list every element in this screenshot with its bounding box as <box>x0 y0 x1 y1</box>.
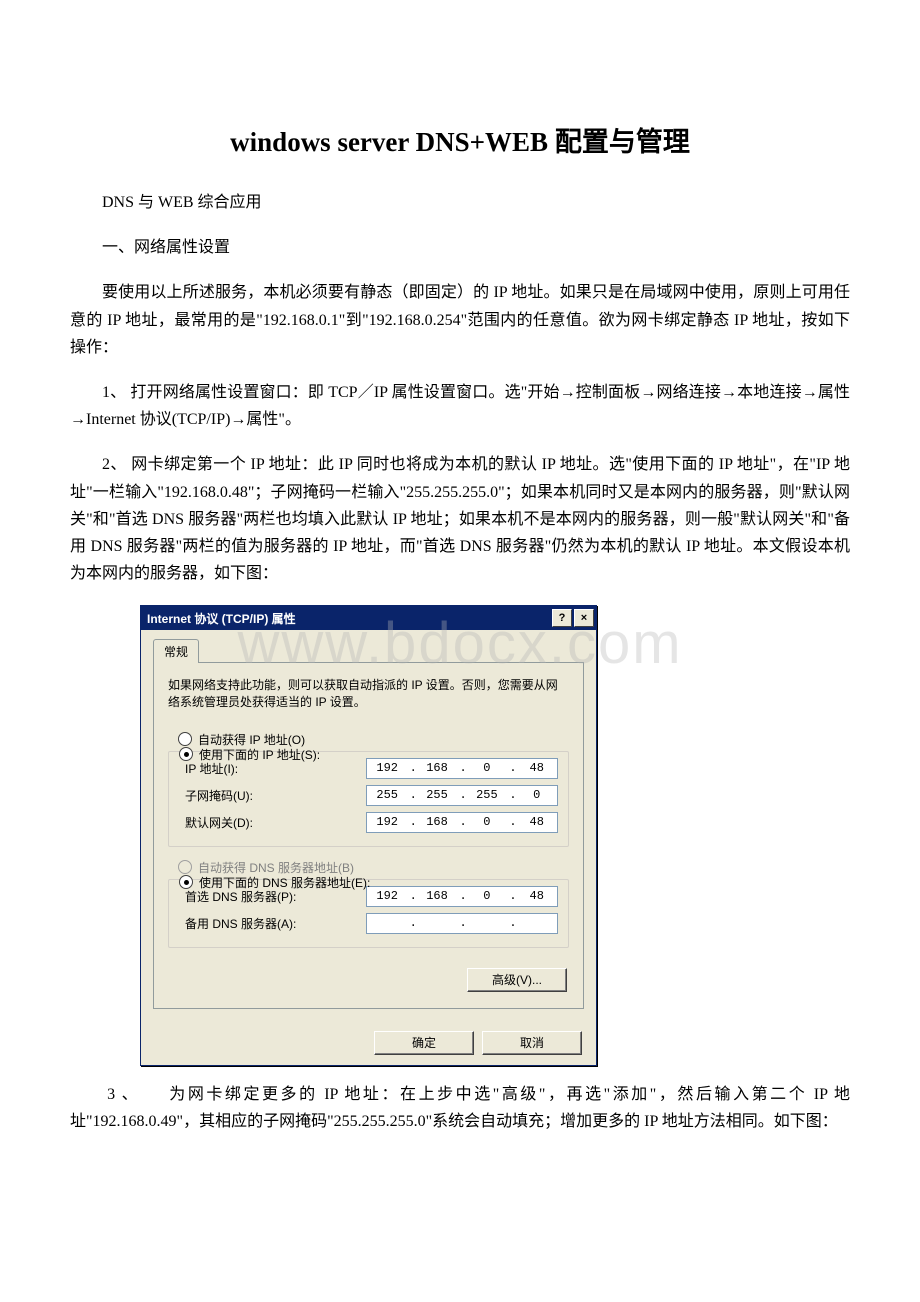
dialog-description: 如果网络支持此功能，则可以获取自动指派的 IP 设置。否则，您需要从网络系统管理… <box>168 677 569 711</box>
paragraph-static-ip: 要使用以上所述服务，本机必须要有静态（即固定）的 IP 地址。如果只是在局域网中… <box>70 279 850 361</box>
dialog-title: Internet 协议 (TCP/IP) 属性 <box>147 610 296 627</box>
tcpip-properties-dialog: Internet 协议 (TCP/IP) 属性 ? × 常规 如果网络支持此功能… <box>140 605 597 1066</box>
paragraph-intro: DNS 与 WEB 综合应用 <box>70 189 850 216</box>
dns-fieldset: 使用下面的 DNS 服务器地址(E): 首选 DNS 服务器(P): 192. … <box>168 879 569 948</box>
ip-octet: 0 <box>519 788 555 802</box>
paragraph-step-3: 3 、 为网卡绑定更多的 IP 地址：在上步中选"高级"，再选"添加"，然后输入… <box>70 1081 850 1135</box>
section-heading-1: 一、网络属性设置 <box>70 234 850 261</box>
ip-fieldset: 使用下面的 IP 地址(S): IP 地址(I): 192. 168. 0. 4… <box>168 751 569 847</box>
input-default-gateway[interactable]: 192. 168. 0. 48 <box>366 812 558 833</box>
paragraph-step-2: 2、 网卡绑定第一个 IP 地址：此 IP 同时也将成为本机的默认 IP 地址。… <box>70 451 850 587</box>
cancel-button[interactable]: 取消 <box>482 1031 582 1055</box>
radio-icon <box>179 875 193 889</box>
label-alternate-dns: 备用 DNS 服务器(A): <box>179 915 335 932</box>
ip-octet: 0 <box>469 815 505 829</box>
label-default-gateway: 默认网关(D): <box>179 814 335 831</box>
ok-button[interactable]: 确定 <box>374 1031 474 1055</box>
radio-manual-ip[interactable]: 使用下面的 IP 地址(S): <box>179 744 554 765</box>
radio-manual-dns-label: 使用下面的 DNS 服务器地址(E): <box>199 874 370 891</box>
radio-manual-ip-label: 使用下面的 IP 地址(S): <box>199 746 320 763</box>
radio-manual-dns[interactable]: 使用下面的 DNS 服务器地址(E): <box>179 872 554 893</box>
input-alternate-dns[interactable]: . . . <box>366 913 558 934</box>
tab-general[interactable]: 常规 <box>153 639 199 663</box>
ip-octet: 255 <box>469 788 505 802</box>
advanced-button[interactable]: 高级(V)... <box>467 968 567 992</box>
label-subnet-mask: 子网掩码(U): <box>179 787 335 804</box>
help-icon[interactable]: ? <box>552 609 572 627</box>
radio-icon <box>179 747 193 761</box>
ip-octet: 255 <box>369 788 405 802</box>
paragraph-step-1: 1、 打开网络属性设置窗口：即 TCP／IP 属性设置窗口。选"开始→控制面板→… <box>70 379 850 433</box>
ip-octet: 168 <box>419 815 455 829</box>
close-icon[interactable]: × <box>574 609 594 627</box>
ip-octet: 255 <box>419 788 455 802</box>
page-title: windows server DNS+WEB 配置与管理 <box>70 120 850 159</box>
dialog-titlebar: Internet 协议 (TCP/IP) 属性 ? × <box>141 606 596 630</box>
ip-octet: 192 <box>369 815 405 829</box>
input-subnet-mask[interactable]: 255. 255. 255. 0 <box>366 785 558 806</box>
ip-octet: 48 <box>519 815 555 829</box>
